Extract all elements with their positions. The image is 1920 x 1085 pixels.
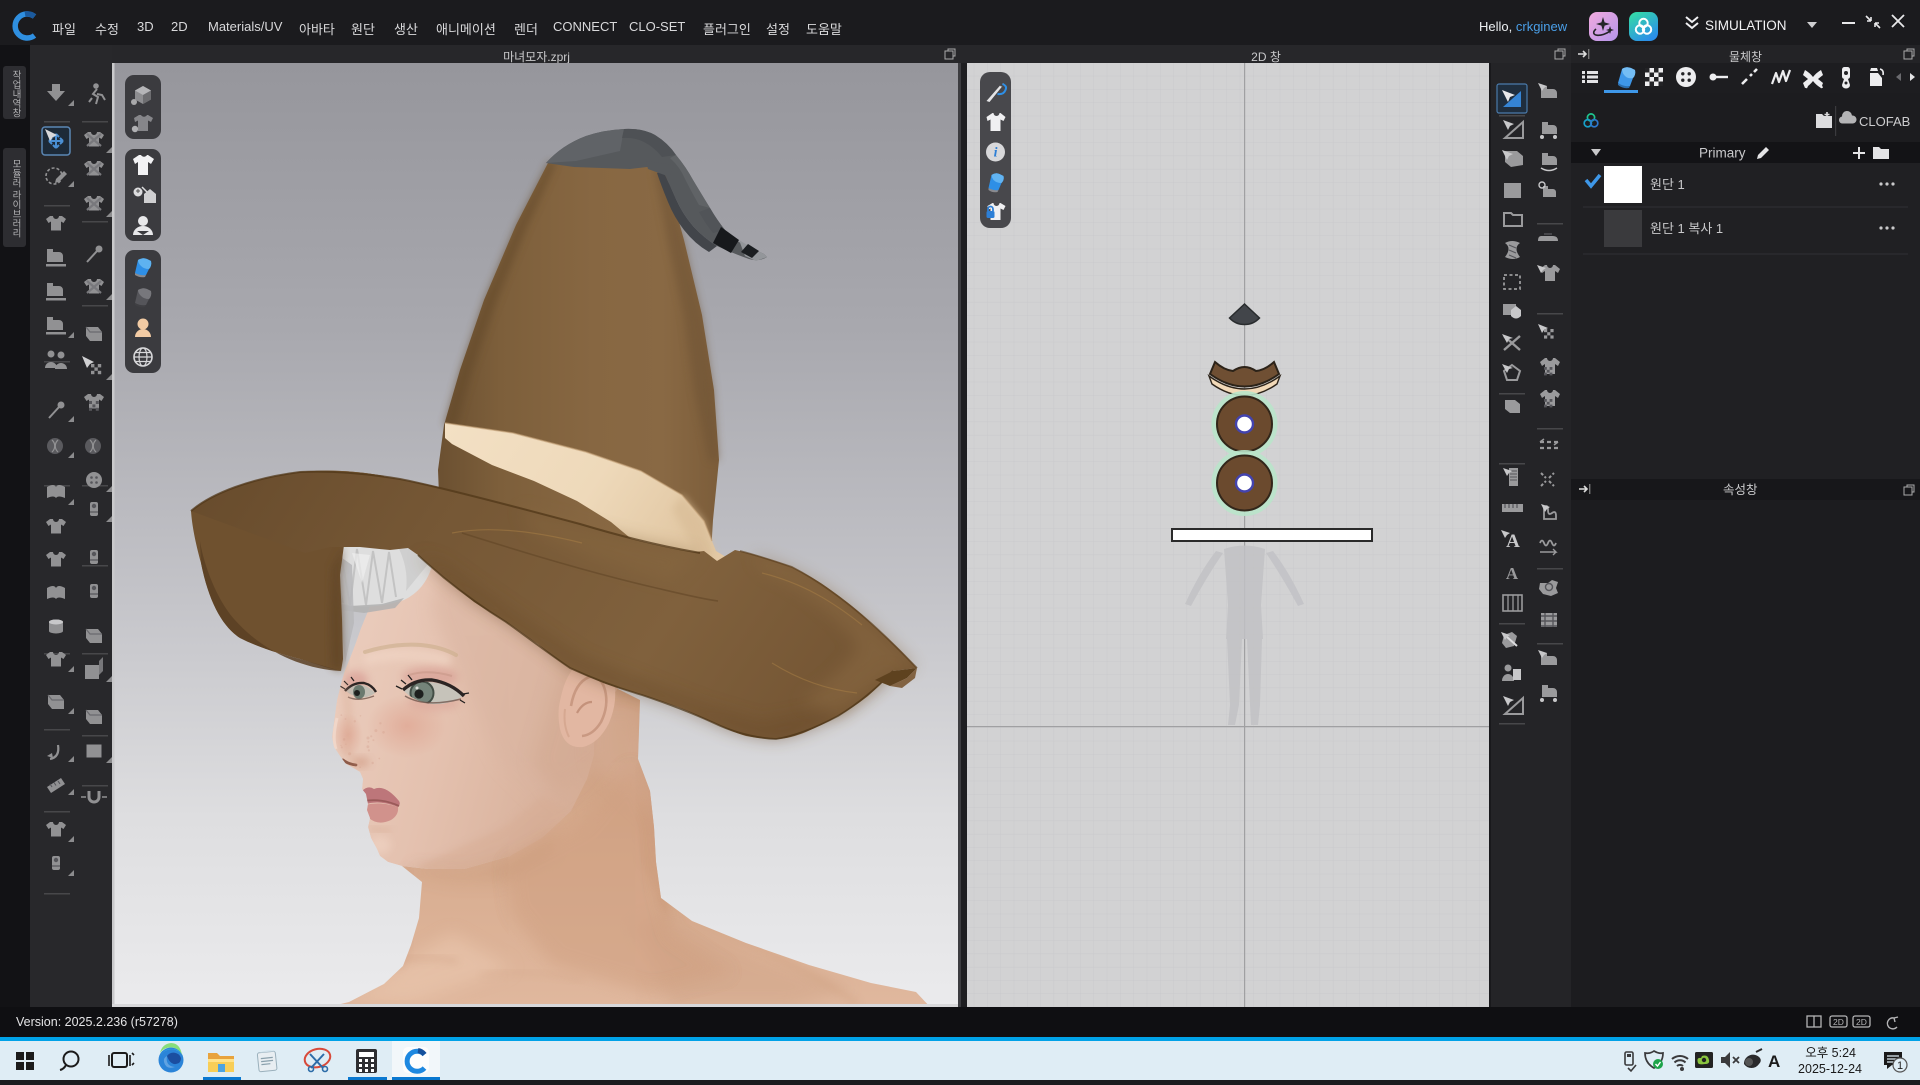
svg-text:오후 5:24: 오후 5:24: [1805, 1046, 1856, 1060]
svg-text:원단 1: 원단 1: [1650, 177, 1685, 192]
svg-text:원단 1 복사 1: 원단 1 복사 1: [1650, 221, 1723, 236]
svg-text:Primary: Primary: [1699, 146, 1746, 161]
svg-text:A: A: [1506, 564, 1519, 583]
svg-text:2025-12-24: 2025-12-24: [1798, 1062, 1862, 1076]
svg-text:2D: 2D: [1856, 1017, 1867, 1027]
svg-text:CLOFAB: CLOFAB: [1859, 114, 1910, 129]
svg-text:2D: 2D: [1833, 1017, 1844, 1027]
svg-text:i: i: [994, 146, 998, 161]
svg-text:속성창: 속성창: [1723, 483, 1758, 497]
svg-text:1: 1: [1897, 1060, 1903, 1072]
svg-text:A: A: [1768, 1052, 1780, 1071]
